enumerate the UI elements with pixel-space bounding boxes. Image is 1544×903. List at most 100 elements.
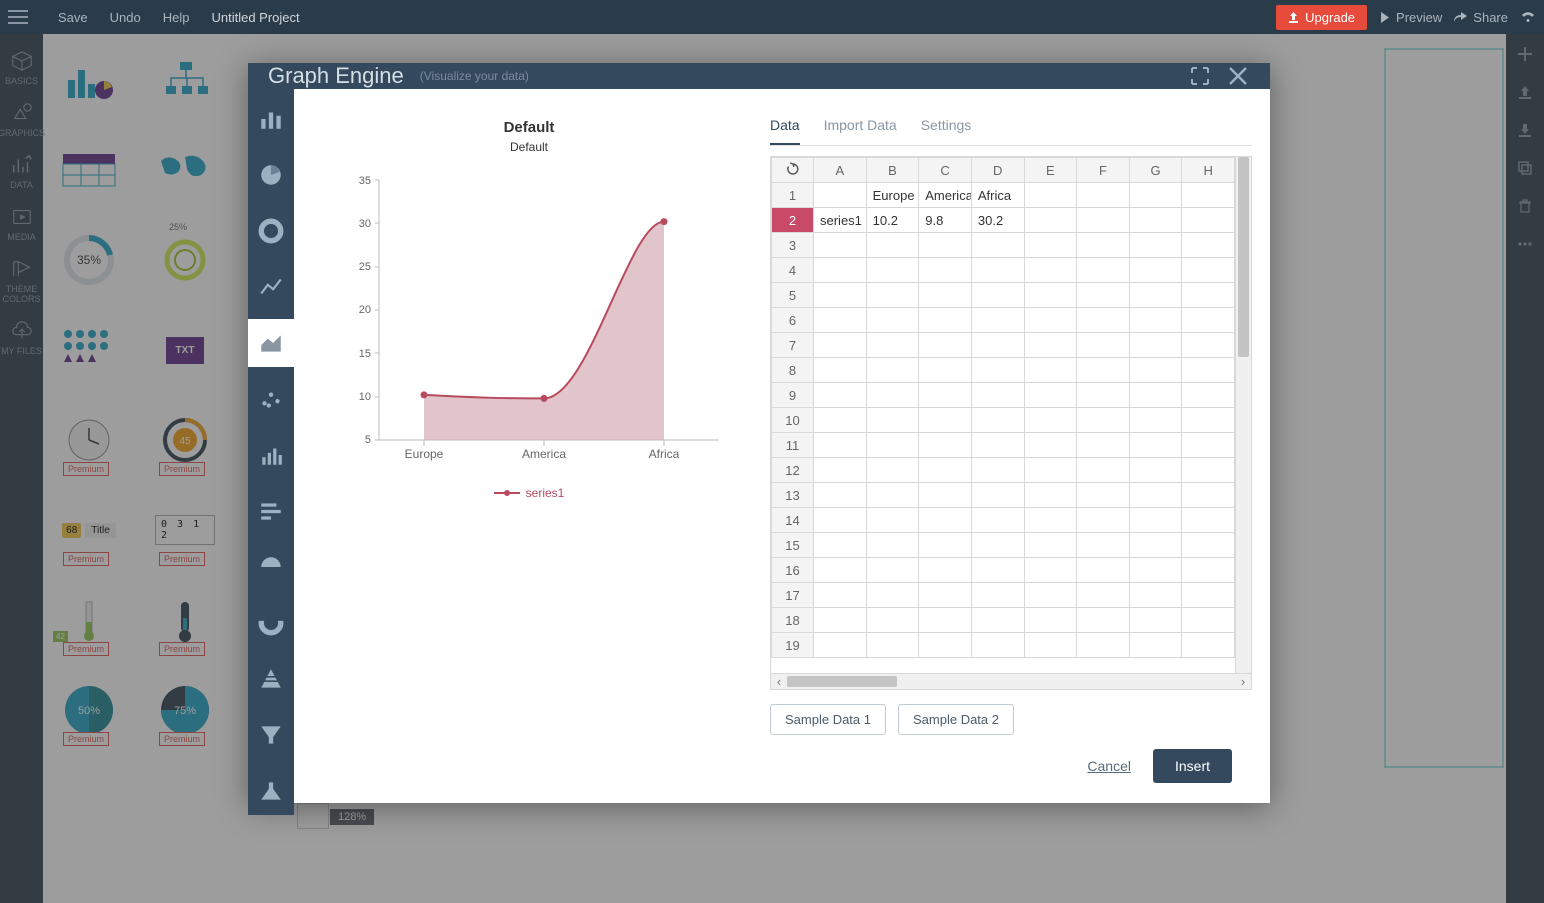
cell-F4[interactable] <box>1077 258 1130 283</box>
chart-type-halfdonut[interactable] <box>248 599 294 647</box>
cell-E17[interactable] <box>1024 583 1077 608</box>
rowhdr-5[interactable]: 5 <box>772 283 814 308</box>
cell-C13[interactable] <box>919 483 972 508</box>
expand-icon[interactable] <box>1190 66 1210 86</box>
cell-H2[interactable] <box>1182 208 1235 233</box>
cell-C3[interactable] <box>919 233 972 258</box>
cell-A5[interactable] <box>814 283 867 308</box>
cell-B7[interactable] <box>866 333 919 358</box>
rowhdr-6[interactable]: 6 <box>772 308 814 333</box>
cell-A9[interactable] <box>814 383 867 408</box>
cell-G16[interactable] <box>1129 558 1182 583</box>
cell-F14[interactable] <box>1077 508 1130 533</box>
preview-button[interactable]: Preview <box>1379 10 1442 25</box>
cell-H8[interactable] <box>1182 358 1235 383</box>
cell-C19[interactable] <box>919 633 972 658</box>
cell-G14[interactable] <box>1129 508 1182 533</box>
colhdr-B[interactable]: B <box>866 158 919 183</box>
cell-E18[interactable] <box>1024 608 1077 633</box>
cell-B12[interactable] <box>866 458 919 483</box>
cell-G2[interactable] <box>1129 208 1182 233</box>
sheet-scrollbar-vertical[interactable] <box>1235 157 1251 673</box>
close-icon[interactable] <box>1226 64 1250 88</box>
cell-D6[interactable] <box>971 308 1024 333</box>
cell-E9[interactable] <box>1024 383 1077 408</box>
cell-E10[interactable] <box>1024 408 1077 433</box>
cell-F1[interactable] <box>1077 183 1130 208</box>
cell-A3[interactable] <box>814 233 867 258</box>
cell-D5[interactable] <box>971 283 1024 308</box>
cell-A17[interactable] <box>814 583 867 608</box>
cell-H7[interactable] <box>1182 333 1235 358</box>
rowhdr-9[interactable]: 9 <box>772 383 814 408</box>
cell-E16[interactable] <box>1024 558 1077 583</box>
cell-F5[interactable] <box>1077 283 1130 308</box>
chart-type-donut[interactable] <box>248 207 294 255</box>
cell-G4[interactable] <box>1129 258 1182 283</box>
cell-D16[interactable] <box>971 558 1024 583</box>
cell-B9[interactable] <box>866 383 919 408</box>
cell-H13[interactable] <box>1182 483 1235 508</box>
colhdr-E[interactable]: E <box>1024 158 1077 183</box>
chart-type-funnel[interactable] <box>248 711 294 759</box>
cell-B1[interactable]: Europe <box>866 183 919 208</box>
cancel-button[interactable]: Cancel <box>1087 758 1131 774</box>
cell-F17[interactable] <box>1077 583 1130 608</box>
cell-C12[interactable] <box>919 458 972 483</box>
cell-A8[interactable] <box>814 358 867 383</box>
rowhdr-14[interactable]: 14 <box>772 508 814 533</box>
cell-E4[interactable] <box>1024 258 1077 283</box>
cell-G8[interactable] <box>1129 358 1182 383</box>
cell-C8[interactable] <box>919 358 972 383</box>
cell-D19[interactable] <box>971 633 1024 658</box>
cell-D18[interactable] <box>971 608 1024 633</box>
hamburger-menu[interactable] <box>8 10 28 24</box>
sheet-scrollbar-horizontal[interactable]: ‹ › <box>771 673 1251 689</box>
cell-A18[interactable] <box>814 608 867 633</box>
rowhdr-16[interactable]: 16 <box>772 558 814 583</box>
cell-A15[interactable] <box>814 533 867 558</box>
cell-G10[interactable] <box>1129 408 1182 433</box>
cell-B6[interactable] <box>866 308 919 333</box>
rowhdr-10[interactable]: 10 <box>772 408 814 433</box>
rowhdr-7[interactable]: 7 <box>772 333 814 358</box>
sheet-corner[interactable] <box>772 158 814 183</box>
colhdr-A[interactable]: A <box>814 158 867 183</box>
cell-G3[interactable] <box>1129 233 1182 258</box>
cell-D10[interactable] <box>971 408 1024 433</box>
cell-H5[interactable] <box>1182 283 1235 308</box>
scroll-right-arrow[interactable]: › <box>1235 674 1251 689</box>
cell-E12[interactable] <box>1024 458 1077 483</box>
cell-H11[interactable] <box>1182 433 1235 458</box>
cell-E13[interactable] <box>1024 483 1077 508</box>
cell-D4[interactable] <box>971 258 1024 283</box>
cell-H14[interactable] <box>1182 508 1235 533</box>
rowhdr-1[interactable]: 1 <box>772 183 814 208</box>
chart-type-pyramid[interactable] <box>248 655 294 703</box>
cell-B5[interactable] <box>866 283 919 308</box>
cell-B3[interactable] <box>866 233 919 258</box>
colhdr-H[interactable]: H <box>1182 158 1235 183</box>
cell-A1[interactable] <box>814 183 867 208</box>
tab-settings[interactable]: Settings <box>921 109 972 145</box>
cell-F18[interactable] <box>1077 608 1130 633</box>
cell-A10[interactable] <box>814 408 867 433</box>
cell-H4[interactable] <box>1182 258 1235 283</box>
upgrade-button[interactable]: Upgrade <box>1276 5 1367 30</box>
cell-F13[interactable] <box>1077 483 1130 508</box>
cell-G1[interactable] <box>1129 183 1182 208</box>
cell-G13[interactable] <box>1129 483 1182 508</box>
cell-D14[interactable] <box>971 508 1024 533</box>
cell-E2[interactable] <box>1024 208 1077 233</box>
cell-F12[interactable] <box>1077 458 1130 483</box>
colhdr-D[interactable]: D <box>971 158 1024 183</box>
cell-E15[interactable] <box>1024 533 1077 558</box>
chart-type-column[interactable] <box>248 431 294 479</box>
chart-type-area[interactable] <box>248 319 294 367</box>
rowhdr-2[interactable]: 2 <box>772 208 814 233</box>
rowhdr-17[interactable]: 17 <box>772 583 814 608</box>
cell-G6[interactable] <box>1129 308 1182 333</box>
cell-C7[interactable] <box>919 333 972 358</box>
colhdr-C[interactable]: C <box>919 158 972 183</box>
cell-H16[interactable] <box>1182 558 1235 583</box>
